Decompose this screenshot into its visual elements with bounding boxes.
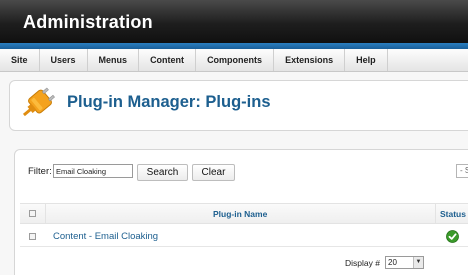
app-title: Administration <box>23 12 153 32</box>
menu-menus[interactable]: Menus <box>88 49 140 71</box>
search-button[interactable]: Search <box>137 164 188 181</box>
chevron-down-icon: ▼ <box>413 257 423 268</box>
menu-help[interactable]: Help <box>345 49 388 71</box>
display-count-label: Display # <box>345 258 380 268</box>
main-menu-bar: Site Users Menus Content Components Exte… <box>0 49 468 72</box>
menu-content[interactable]: Content <box>139 49 197 71</box>
page-header: Plug-in Manager: Plug-ins <box>9 80 468 131</box>
menu-components[interactable]: Components <box>196 49 275 71</box>
filter-input[interactable]: Email Cloaking <box>53 164 133 178</box>
column-header-plugin-name[interactable]: Plug-in Name <box>213 209 267 219</box>
plug-icon <box>22 87 55 117</box>
table-header: Plug-in Name Status <box>20 203 468 224</box>
filter-select[interactable]: - S <box>456 164 468 178</box>
admin-header: Administration <box>0 0 468 43</box>
menu-site[interactable]: Site <box>0 49 40 71</box>
select-all-checkbox[interactable] <box>29 210 36 217</box>
column-header-status[interactable]: Status <box>440 209 466 219</box>
menu-users[interactable]: Users <box>40 49 88 71</box>
display-count-value: 20 <box>388 258 397 267</box>
column-divider <box>45 204 46 223</box>
menu-extensions[interactable]: Extensions <box>274 49 346 71</box>
display-count-select[interactable]: 20 ▼ <box>385 256 424 269</box>
plugin-list-panel: Filter: Email Cloaking Search Clear - S … <box>14 149 468 275</box>
plugin-name-link[interactable]: Content - Email Cloaking <box>53 231 158 242</box>
clear-button[interactable]: Clear <box>192 164 235 181</box>
filter-label: Filter: <box>28 166 52 177</box>
enabled-check-icon[interactable] <box>446 230 459 243</box>
row-checkbox[interactable] <box>29 233 36 240</box>
column-divider <box>435 204 436 223</box>
page-title: Plug-in Manager: Plug-ins <box>67 93 271 111</box>
table-row: Content - Email Cloaking <box>20 226 468 247</box>
